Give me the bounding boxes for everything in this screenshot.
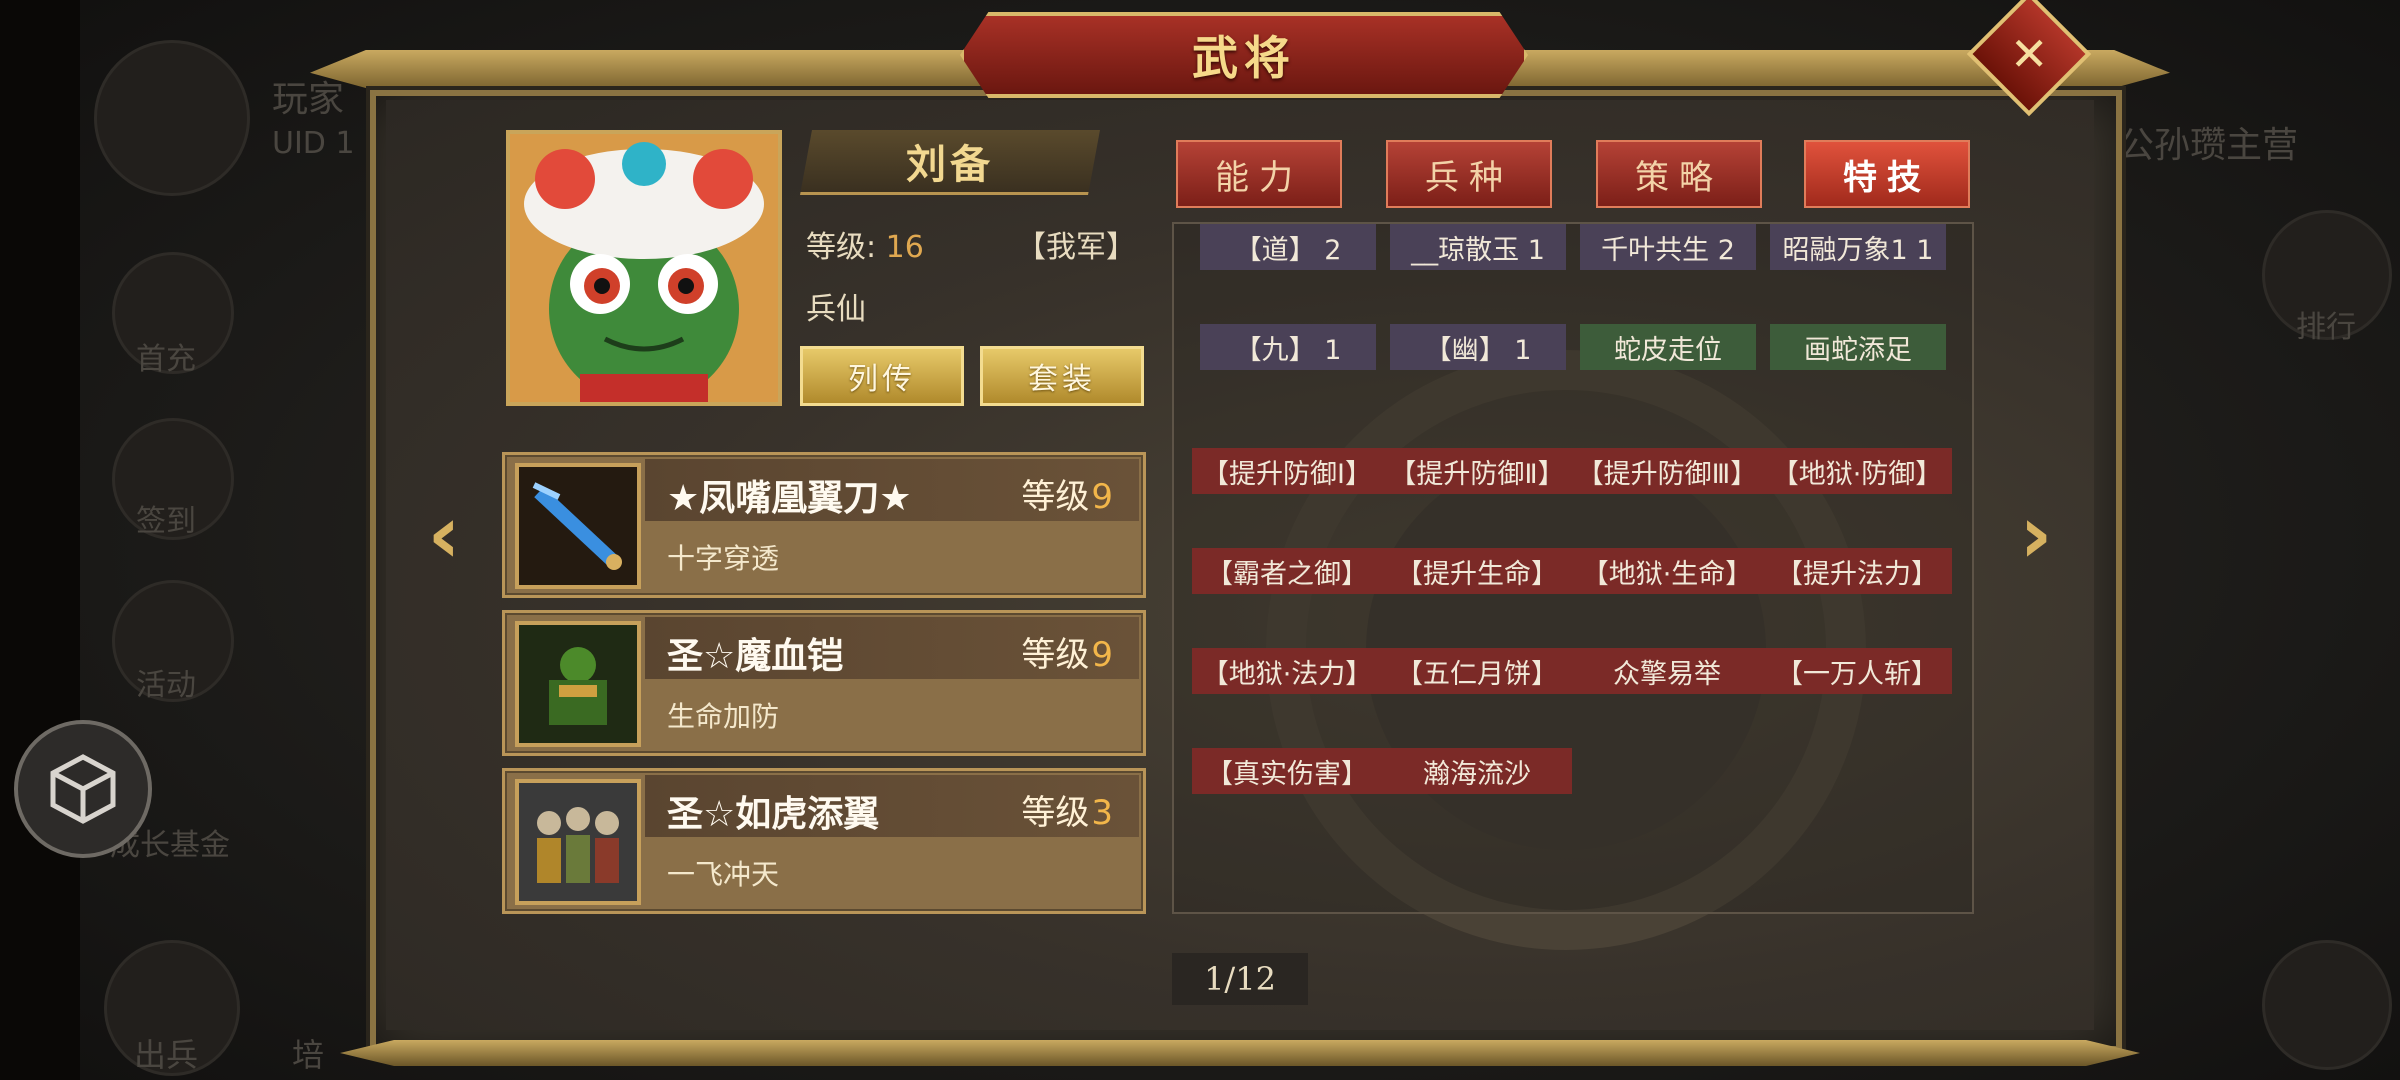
equipment-level-value: 9 [1091, 635, 1113, 675]
skill-chip[interactable]: 【地狱·防御】 [1762, 448, 1952, 494]
set-button[interactable]: 套装 [980, 346, 1144, 406]
close-icon: ✕ [2009, 26, 2049, 81]
equipment-item[interactable]: 圣☆如虎添翼 等级3 一飞冲天 [502, 768, 1146, 914]
equipment-level: 等级3 [1021, 785, 1113, 834]
menu-ranking[interactable]: 排行 [2296, 302, 2356, 346]
equipment-level-label: 等级 [1021, 477, 1090, 517]
skill-chip[interactable]: 昭融万象1 1 [1770, 224, 1946, 270]
player-uid: UID 1 [272, 126, 355, 161]
equipment-name: 圣☆如虎添翼 [667, 794, 880, 835]
window-title-plate: 武将 [960, 12, 1528, 98]
soldiers-icon [515, 779, 641, 905]
skill-chip[interactable]: 【提升防御Ⅱ】 [1382, 448, 1572, 494]
skill-chip[interactable]: 【幽】 1 [1390, 324, 1566, 370]
camp-label: 公孙瓒主营 [2118, 125, 2299, 166]
equipment-level-label: 等级 [1021, 635, 1090, 675]
menu-deploy[interactable]: 出兵 [134, 1030, 198, 1076]
skill-chip[interactable]: 【提升防御Ⅲ】 [1572, 448, 1762, 494]
more-icon[interactable] [2262, 940, 2392, 1070]
tab-troops[interactable]: 兵种 [1386, 140, 1552, 208]
equipment-skill: 十字穿透 [667, 542, 780, 575]
hero-level-label: 等级: [806, 230, 877, 265]
equipment-skill: 一飞冲天 [667, 858, 780, 891]
cube-icon [50, 754, 116, 824]
hero-type: 兵仙 [806, 292, 866, 327]
skill-chip[interactable]: 瀚海流沙 [1382, 748, 1572, 794]
equipment-level-value: 3 [1091, 793, 1113, 833]
skill-chip[interactable]: 蛇皮走位 [1580, 324, 1756, 370]
menu-train[interactable]: 培 [292, 1030, 324, 1076]
hero-avatar-icon [510, 134, 778, 402]
hero-name-plate: 刘备 [800, 130, 1100, 195]
skill-chip[interactable]: 【真实伤害】 [1192, 748, 1382, 794]
skill-chip[interactable]: 画蛇添足 [1770, 324, 1946, 370]
skill-chip[interactable]: 【地狱·生命】 [1572, 548, 1762, 594]
hero-name: 刘备 [906, 142, 994, 188]
equipment-level-value: 9 [1091, 477, 1113, 517]
tab-ability[interactable]: 能力 [1176, 140, 1342, 208]
skill-chip[interactable]: 【道】 2 [1200, 224, 1376, 270]
hero-faction: 【我军】 [1016, 230, 1136, 265]
weapon-blade-icon [515, 463, 641, 589]
skill-chip[interactable]: 【霸者之御】 [1192, 548, 1382, 594]
skill-chip[interactable]: __琼散玉 1 [1390, 224, 1566, 270]
bio-button[interactable]: 列传 [800, 346, 964, 406]
equipment-level: 等级9 [1021, 469, 1113, 518]
skill-chip[interactable]: 千叶共生 2 [1580, 224, 1756, 270]
skill-chip[interactable]: 【提升法力】 [1762, 548, 1952, 594]
equipment-level: 等级9 [1021, 627, 1113, 676]
tab-strategy[interactable]: 策略 [1596, 140, 1762, 208]
floating-cube-button[interactable] [14, 720, 152, 858]
skill-chip[interactable]: 【一万人斩】 [1762, 648, 1952, 694]
tab-special-skill[interactable]: 特技 [1804, 140, 1970, 208]
menu-signin[interactable]: 签到 [136, 496, 196, 540]
equipment-skill: 生命加防 [667, 700, 780, 733]
equipment-name: ★凤嘴凰翼刀★ [667, 478, 912, 519]
skill-chip[interactable]: 众擎易举 [1572, 648, 1762, 694]
equipment-item[interactable]: ★凤嘴凰翼刀★ 等级9 十字穿透 [502, 452, 1146, 598]
menu-activity[interactable]: 活动 [136, 660, 196, 704]
skill-chip[interactable]: 【提升防御Ⅰ】 [1192, 448, 1382, 494]
next-hero-arrow-icon[interactable]: › [2006, 484, 2066, 584]
panel-bottom-rail [340, 1040, 2140, 1066]
equipment-level-label: 等级 [1021, 793, 1090, 833]
player-avatar [94, 40, 250, 196]
armor-icon [515, 621, 641, 747]
equipment-item[interactable]: 圣☆魔血铠 等级9 生命加防 [502, 610, 1146, 756]
page-indicator: 1/12 [1172, 953, 1308, 1005]
skill-chip[interactable]: 【九】 1 [1200, 324, 1376, 370]
window-title: 武将 [1192, 31, 1296, 85]
menu-first-charge[interactable]: 首充 [136, 334, 196, 378]
hero-level: 等级: 16 [806, 222, 924, 266]
equipment-name: 圣☆魔血铠 [667, 636, 844, 677]
skill-chip[interactable]: 【提升生命】 [1382, 548, 1572, 594]
hero-level-value: 16 [885, 230, 924, 265]
skill-chip[interactable]: 【地狱·法力】 [1192, 648, 1382, 694]
skill-chip[interactable]: 【五仁月饼】 [1382, 648, 1572, 694]
hero-portrait[interactable] [506, 130, 782, 406]
prev-hero-arrow-icon[interactable]: ‹ [414, 484, 474, 584]
